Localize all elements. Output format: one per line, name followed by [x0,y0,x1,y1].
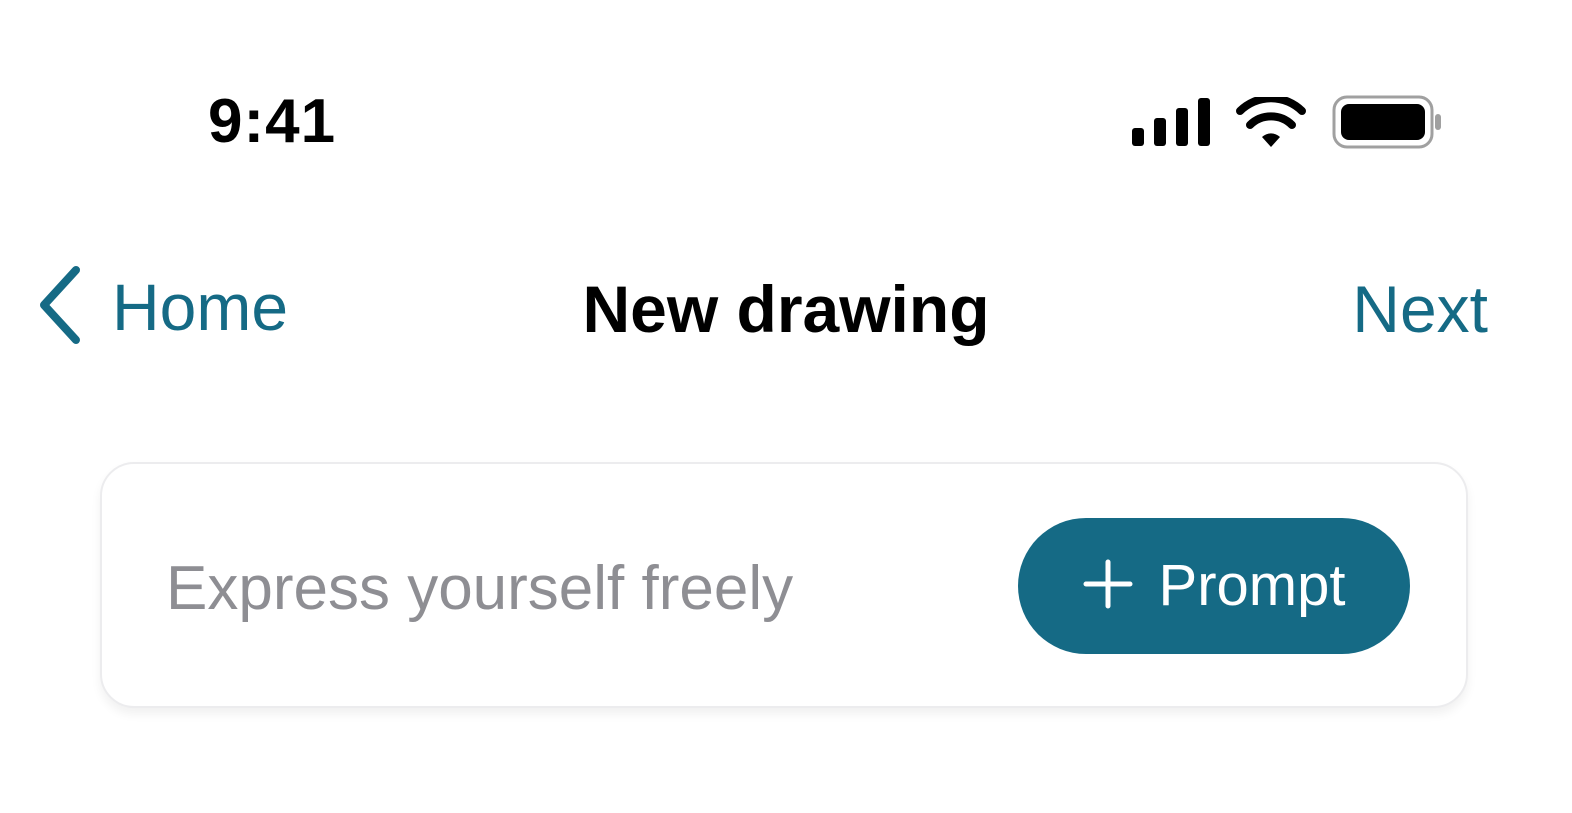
plus-icon [1083,559,1133,614]
next-button[interactable]: Next [1352,268,1488,350]
app-screen: 9:41 Home New drawing Next Express yours… [0,0,1572,813]
prompt-button-label: Prompt [1158,553,1346,618]
add-prompt-button[interactable]: Prompt [1018,518,1410,654]
page-title: New drawing [582,272,990,346]
status-icons [1132,95,1442,149]
status-time: 9:41 [208,87,337,156]
wifi-icon [1236,97,1306,147]
battery-icon [1332,95,1442,149]
prompt-input[interactable] [166,548,926,628]
cellular-signal-icon [1132,98,1210,146]
prompt-card: Prompt [100,462,1468,708]
